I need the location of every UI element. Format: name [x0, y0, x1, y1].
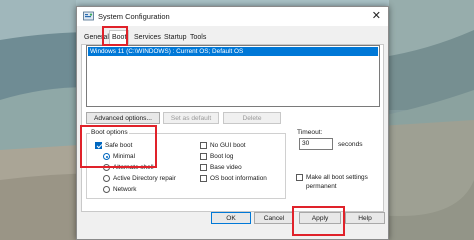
os-boot-information-label: OS boot information [210, 175, 267, 182]
make-permanent-label-line1: Make all boot settings [306, 174, 368, 181]
make-permanent-label-line2: permanent [306, 183, 337, 190]
alternate-shell-label: Alternate shell [113, 164, 154, 171]
minimal-label: Minimal [113, 153, 136, 160]
base-video-checkbox[interactable] [200, 164, 207, 171]
safe-boot-label: Safe boot [105, 142, 133, 149]
tab-boot-label: Boot [112, 34, 127, 41]
timeout-label: Timeout: [297, 129, 323, 136]
network-radio[interactable] [103, 186, 110, 193]
base-video-label: Base video [210, 164, 242, 171]
network-label: Network [113, 186, 137, 193]
boot-options-label: Boot options [90, 129, 129, 136]
active-directory-repair-label: Active Directory repair [113, 175, 176, 182]
tab-tools[interactable]: Tools [188, 32, 208, 44]
window-title: System Configuration [98, 12, 170, 21]
help-button[interactable]: Help [345, 212, 385, 224]
no-gui-boot-checkbox[interactable] [200, 142, 207, 149]
delete-button[interactable]: Delete [223, 112, 281, 124]
tab-general-label: General [84, 34, 109, 41]
set-as-default-button[interactable]: Set as default [163, 112, 219, 124]
ok-button[interactable]: OK [211, 212, 251, 224]
tab-startup-label: Startup [164, 34, 187, 41]
timeout-unit-label: seconds [338, 141, 363, 148]
tab-general[interactable]: General [82, 32, 111, 44]
apply-button[interactable]: Apply [299, 212, 341, 224]
alternate-shell-radio[interactable] [103, 164, 110, 171]
tab-tools-label: Tools [190, 34, 207, 41]
os-boot-information-checkbox[interactable] [200, 175, 207, 182]
boot-log-checkbox[interactable] [200, 153, 207, 160]
os-list-item[interactable]: Windows 11 (C:\WINDOWS) : Current OS; De… [88, 47, 378, 56]
active-directory-repair-radio[interactable] [103, 175, 110, 182]
minimal-radio[interactable] [103, 153, 110, 160]
timeout-input[interactable]: 30 [299, 138, 333, 150]
tab-startup[interactable]: Startup [162, 32, 189, 44]
system-configuration-icon [83, 11, 94, 21]
tab-boot[interactable]: Boot [109, 30, 129, 44]
advanced-options-button[interactable]: Advanced options... [86, 112, 160, 124]
cancel-button[interactable]: Cancel [254, 212, 294, 224]
make-permanent-checkbox[interactable] [296, 174, 303, 181]
tab-services-label: Services [134, 34, 161, 41]
title-bar[interactable]: System Configuration ✕ [77, 7, 388, 26]
os-list[interactable]: Windows 11 (C:\WINDOWS) : Current OS; De… [86, 45, 380, 107]
no-gui-boot-label: No GUI boot [210, 142, 246, 149]
tab-services[interactable]: Services [132, 32, 163, 44]
safe-boot-checkbox[interactable] [95, 142, 102, 149]
close-icon[interactable]: ✕ [372, 9, 381, 23]
boot-log-label: Boot log [210, 153, 234, 160]
